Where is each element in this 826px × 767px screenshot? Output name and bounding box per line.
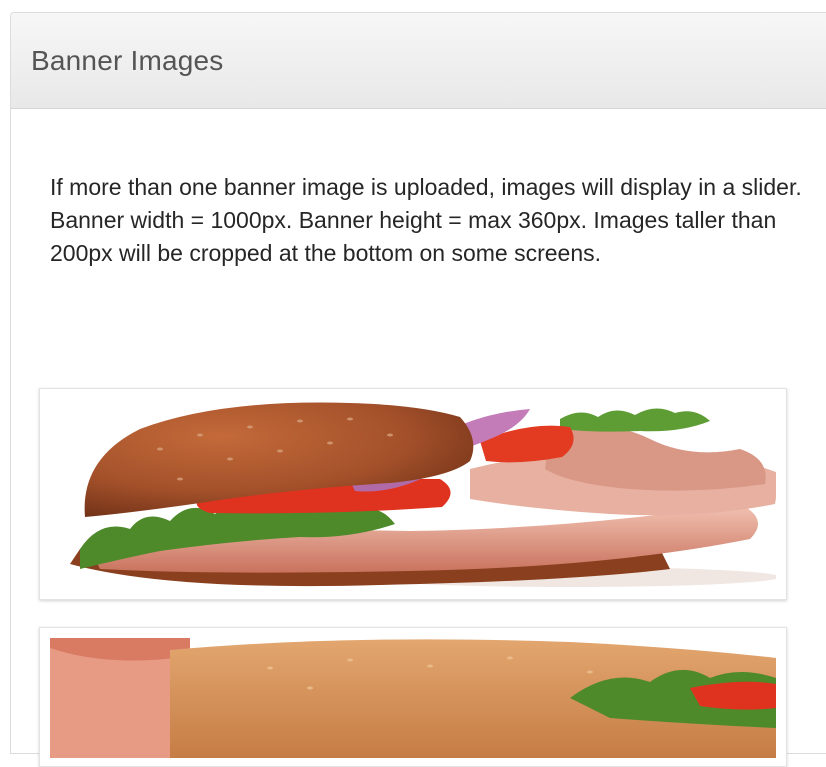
- banner-image-card[interactable]: [39, 627, 787, 767]
- help-text: If more than one banner image is uploade…: [50, 171, 810, 270]
- sandwich-banner-image: [50, 399, 776, 589]
- panel-header: Banner Images: [11, 13, 826, 109]
- banner-image-card[interactable]: [39, 388, 787, 600]
- panel-title: Banner Images: [31, 44, 224, 76]
- help-text-slider-note: If more than one banner image is uploade…: [50, 174, 802, 200]
- help-text-size-note: Banner width = 1000px. Banner height = m…: [50, 207, 777, 266]
- panel-body: If more than one banner image is uploade…: [11, 109, 826, 270]
- sandwich-banner-image: [50, 638, 776, 758]
